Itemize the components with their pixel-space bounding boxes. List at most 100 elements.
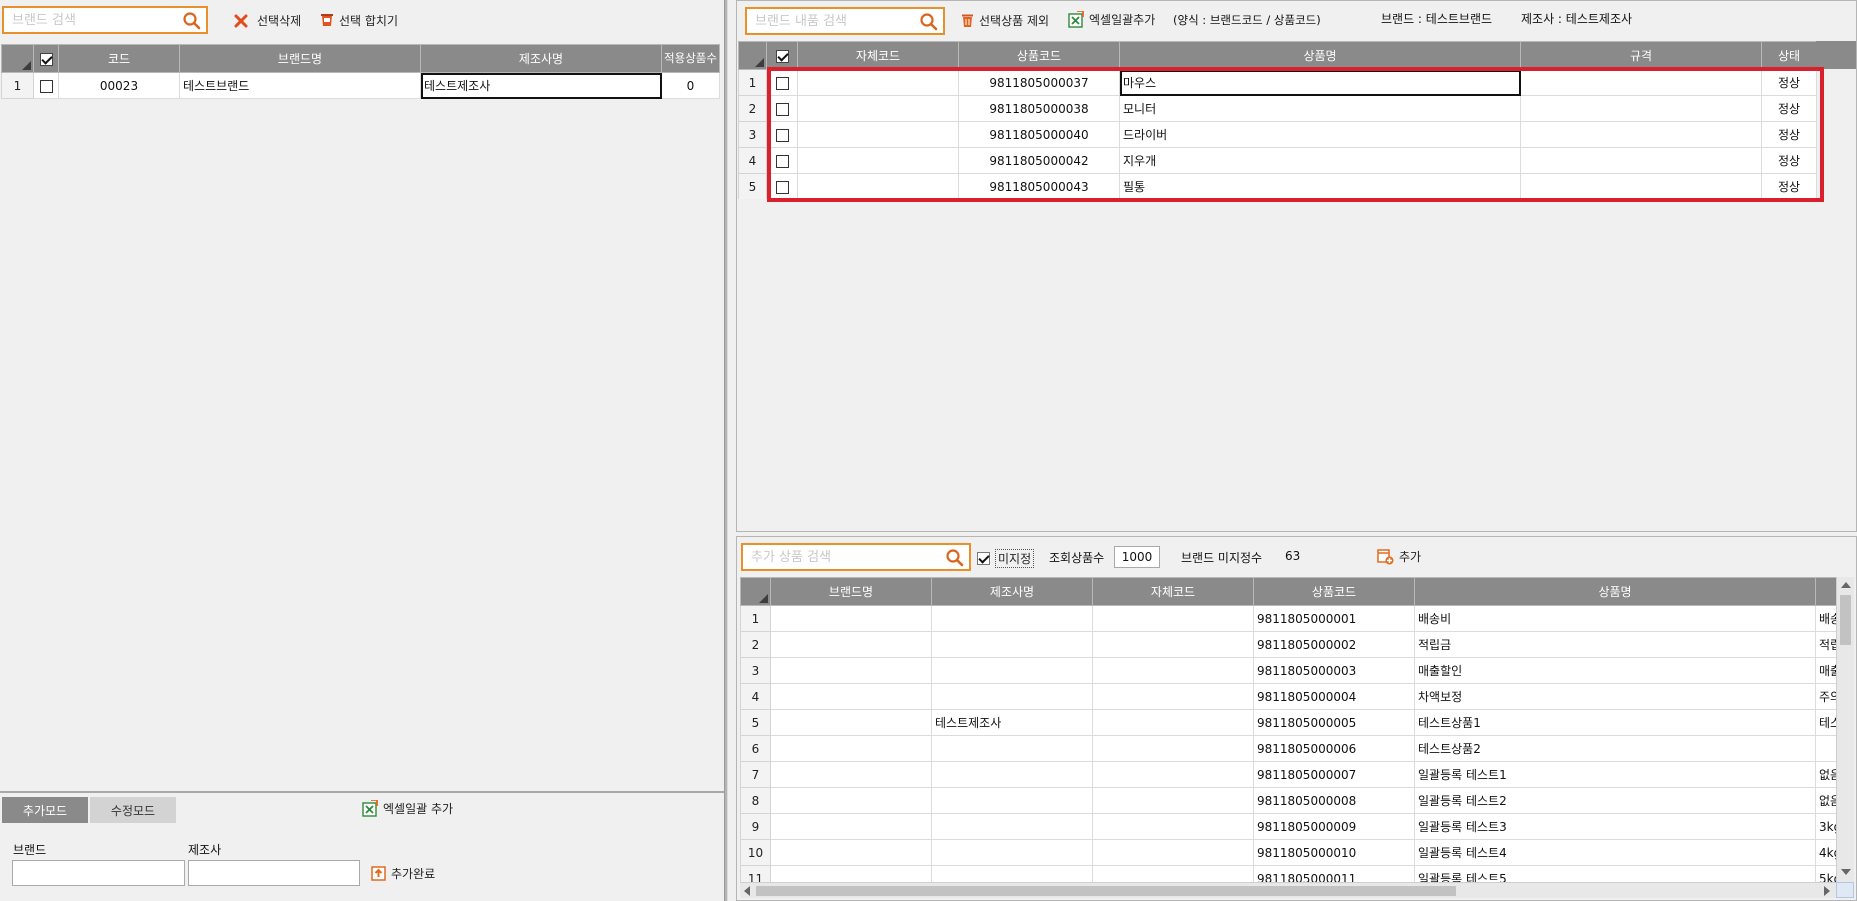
cell-extra[interactable]: 없음 <box>1815 787 1837 814</box>
add-product-search-box[interactable] <box>741 543 971 571</box>
cell-spec[interactable] <box>1520 147 1762 174</box>
cell-product-name[interactable]: 테스트상품1 <box>1414 709 1816 736</box>
cell-spec[interactable] <box>1520 95 1762 122</box>
table-row[interactable]: 5 테스트제조사 9811805000005테스트상품1테스 <box>740 709 1837 736</box>
table-row[interactable]: 9 9811805000009일괄등록 테스트33kg <box>740 813 1837 840</box>
cell-product-name[interactable]: 마우스 <box>1119 69 1521 96</box>
cell-maker[interactable]: 테스트제조사 <box>420 72 662 99</box>
horizontal-scroll-thumb[interactable] <box>756 886 1456 896</box>
table-row[interactable]: 10 9811805000010일괄등록 테스트44kg <box>740 839 1837 866</box>
unassigned-filter-checkbox[interactable]: 미지정 <box>977 549 1035 568</box>
cell-product-name[interactable]: 일괄등록 테스트2 <box>1414 787 1816 814</box>
table-corner[interactable] <box>738 41 767 70</box>
brand-product-search-input[interactable] <box>747 9 943 33</box>
cell-own-code[interactable] <box>1092 735 1254 762</box>
vertical-scroll-thumb[interactable] <box>1840 595 1851 645</box>
horizontal-scrollbar[interactable] <box>740 882 1836 898</box>
cell-product-name[interactable]: 적립금 <box>1414 631 1816 658</box>
cell-brand[interactable] <box>770 657 932 684</box>
table-row[interactable]: 6 9811805000006 테스트상품2 <box>740 735 1837 762</box>
cell-own-code[interactable] <box>797 69 959 96</box>
col-header-product-code[interactable]: 상품코드 <box>1253 577 1415 606</box>
col-header-own-code[interactable]: 자체코드 <box>797 41 959 70</box>
col-header-spec[interactable]: 규격 <box>1520 41 1762 70</box>
cell-brand[interactable] <box>770 735 932 762</box>
scroll-up-arrow[interactable] <box>1841 582 1851 588</box>
cell-product-name[interactable]: 일괄등록 테스트4 <box>1414 839 1816 866</box>
cell-product-name[interactable]: 일괄등록 테스트1 <box>1414 761 1816 788</box>
scroll-down-arrow[interactable] <box>1841 869 1851 875</box>
cell-product-name[interactable]: 모니터 <box>1119 95 1521 122</box>
cell-brand[interactable] <box>770 787 932 814</box>
col-header-code[interactable]: 코드 <box>58 44 180 73</box>
cell-extra[interactable]: 적립 <box>1815 631 1837 658</box>
cell-product-name[interactable]: 테스트상품2 <box>1414 735 1816 762</box>
cell-status[interactable]: 정상 <box>1761 121 1817 148</box>
cell-maker[interactable] <box>931 735 1093 762</box>
cell-spec[interactable] <box>1520 173 1762 200</box>
table-corner[interactable] <box>740 577 771 606</box>
cell-own-code[interactable] <box>797 173 959 200</box>
table-row[interactable]: 5 9811805000043 필통 정상 <box>738 173 1817 200</box>
table-row[interactable]: 3 9811805000040 드라이버 정상 <box>738 121 1817 148</box>
table-row[interactable]: 1 00023 테스트브랜드 테스트제조사 0 <box>1 72 720 99</box>
col-header-extra[interactable] <box>1815 577 1837 606</box>
cell-brand[interactable] <box>770 683 932 710</box>
cell-maker[interactable] <box>931 839 1093 866</box>
select-all-checkbox-header[interactable] <box>33 44 59 73</box>
cell-maker[interactable] <box>931 761 1093 788</box>
search-icon[interactable] <box>945 548 965 568</box>
search-icon[interactable] <box>182 11 202 31</box>
cell-maker[interactable] <box>931 683 1093 710</box>
cell-product-code[interactable]: 9811805000005 <box>1253 709 1415 736</box>
tab-edit-mode[interactable]: 수정모드 <box>90 797 176 823</box>
row-checkbox-cell[interactable] <box>33 72 59 99</box>
cell-own-code[interactable] <box>1092 761 1254 788</box>
cell-product-code[interactable]: 9811805000037 <box>958 69 1120 96</box>
table-row[interactable]: 4 9811805000004차액보정주의 <box>740 683 1837 710</box>
cell-brand[interactable] <box>770 813 932 840</box>
cell-own-code[interactable] <box>797 121 959 148</box>
cell-status[interactable]: 정상 <box>1761 69 1817 96</box>
cell-extra[interactable]: 주의 <box>1815 683 1837 710</box>
cell-own-code[interactable] <box>1092 813 1254 840</box>
cell-product-code[interactable]: 9811805000043 <box>958 173 1120 200</box>
cell-count[interactable]: 0 <box>661 72 720 99</box>
cell-spec[interactable] <box>1520 121 1762 148</box>
table-corner[interactable] <box>1 44 34 73</box>
table-row[interactable]: 1 9811805000037 마우스 정상 <box>738 69 1817 96</box>
col-header-brand[interactable]: 브랜드명 <box>770 577 932 606</box>
row-checkbox-cell[interactable] <box>766 173 798 200</box>
col-header-product-name[interactable]: 상품명 <box>1414 577 1816 606</box>
cell-product-name[interactable]: 지우개 <box>1119 147 1521 174</box>
cell-product-code[interactable]: 9811805000009 <box>1253 813 1415 840</box>
cell-product-name[interactable]: 차액보정 <box>1414 683 1816 710</box>
table-row[interactable]: 7 9811805000007일괄등록 테스트1없음 <box>740 761 1837 788</box>
cell-maker[interactable]: 테스트제조사 <box>931 709 1093 736</box>
row-checkbox[interactable] <box>39 79 53 93</box>
col-header-product-code[interactable]: 상품코드 <box>958 41 1120 70</box>
cell-extra[interactable] <box>1815 735 1837 762</box>
row-checkbox[interactable] <box>775 154 789 168</box>
table-row[interactable]: 2 9811805000002적립금적립 <box>740 631 1837 658</box>
cell-own-code[interactable] <box>1092 683 1254 710</box>
excel-bulk-add-button[interactable]: 엑셀일괄 추가 <box>362 800 453 817</box>
select-all-checkbox[interactable] <box>775 49 789 63</box>
cell-product-name[interactable]: 필통 <box>1119 173 1521 200</box>
cell-maker[interactable] <box>931 787 1093 814</box>
col-header-own-code[interactable]: 자체코드 <box>1092 577 1254 606</box>
cell-product-code[interactable]: 9811805000002 <box>1253 631 1415 658</box>
row-checkbox[interactable] <box>775 102 789 116</box>
cell-code[interactable]: 00023 <box>58 72 180 99</box>
cell-maker[interactable] <box>931 813 1093 840</box>
cell-product-code[interactable]: 9811805000003 <box>1253 657 1415 684</box>
cell-product-code[interactable]: 9811805000008 <box>1253 787 1415 814</box>
cell-product-name[interactable]: 배송비 <box>1414 605 1816 632</box>
brand-product-search-box[interactable] <box>745 7 945 35</box>
tab-add-mode[interactable]: 추가모드 <box>2 797 88 823</box>
table-row[interactable]: 4 9811805000042 지우개 정상 <box>738 147 1817 174</box>
scroll-left-arrow[interactable] <box>744 886 750 896</box>
cell-own-code[interactable] <box>797 95 959 122</box>
cell-brand[interactable] <box>770 631 932 658</box>
merge-selected-button[interactable]: 선택 합치기 <box>320 12 398 29</box>
